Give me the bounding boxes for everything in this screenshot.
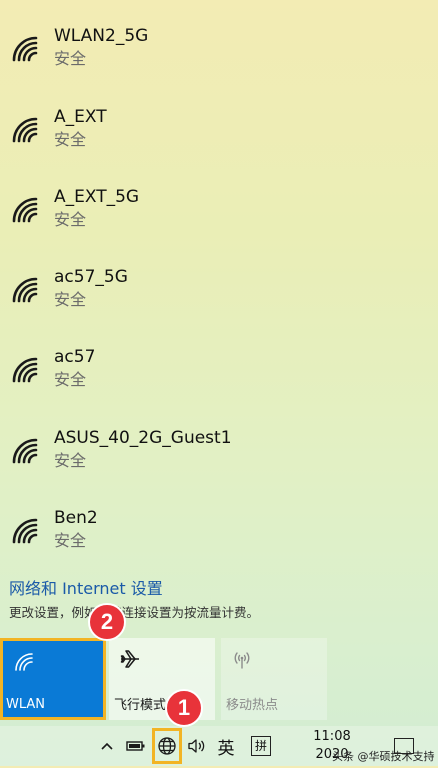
wifi-network-status: 安全 <box>54 130 87 149</box>
callout-marker-2: 2 <box>88 603 126 641</box>
wifi-signal-icon <box>10 195 40 225</box>
wifi-signal-icon <box>10 516 40 546</box>
ime-mode-label: 拼 <box>251 736 271 756</box>
wifi-signal-icon <box>10 115 40 145</box>
battery-icon[interactable] <box>124 726 148 766</box>
wifi-signal-icon <box>10 34 40 64</box>
wifi-network-status: 安全 <box>54 531 87 550</box>
airplane-icon <box>119 648 141 670</box>
wifi-network-status: 安全 <box>54 451 87 470</box>
ime-language-indicator[interactable]: 英 <box>214 726 238 766</box>
wifi-network-item[interactable]: A_EXT 安全 <box>0 105 438 175</box>
volume-icon[interactable] <box>186 726 208 766</box>
wifi-network-item[interactable]: ac57 安全 <box>0 345 438 415</box>
hotspot-tile-label: 移动热点 <box>226 698 279 713</box>
network-settings-description: 更改设置，例如将某连接设置为按流量计费。 <box>9 605 260 620</box>
wifi-network-status: 安全 <box>54 49 87 68</box>
wifi-signal-icon <box>10 355 40 385</box>
watermark: 头条 @华硕技术支持 <box>332 750 435 763</box>
network-globe-icon[interactable] <box>152 728 182 764</box>
wifi-network-status: 安全 <box>54 370 87 389</box>
wifi-network-name: A_EXT_5G <box>54 187 140 207</box>
callout-marker-1: 1 <box>165 689 203 727</box>
network-settings-link[interactable]: 网络和 Internet 设置 <box>9 578 163 600</box>
wifi-network-status: 安全 <box>54 210 87 229</box>
wifi-signal-icon <box>10 436 40 466</box>
mobile-hotspot-tile[interactable]: 移动热点 <box>221 638 327 720</box>
wlan-tile-label: WLAN <box>6 697 46 712</box>
wifi-network-name: A_EXT <box>54 107 107 127</box>
wifi-network-name: ac57 <box>54 347 96 367</box>
hotspot-icon <box>231 648 253 670</box>
wifi-network-item[interactable]: Ben2 安全 <box>0 506 438 576</box>
wifi-network-name: ASUS_40_2G_Guest1 <box>54 428 232 448</box>
wifi-signal-icon <box>10 275 40 305</box>
wifi-network-status: 安全 <box>54 290 87 309</box>
wifi-network-item[interactable]: ac57_5G 安全 <box>0 265 438 335</box>
airplane-tile-label: 飞行模式 <box>114 698 167 713</box>
wifi-network-list: WLAN2_5G 安全 A_EXT 安全 A_EXT_5G 安全 ac57_5G… <box>0 0 438 565</box>
wifi-network-item[interactable]: ASUS_40_2G_Guest1 安全 <box>0 426 438 496</box>
wifi-network-name: Ben2 <box>54 508 98 528</box>
wifi-network-name: WLAN2_5G <box>54 26 149 46</box>
wifi-network-name: ac57_5G <box>54 267 128 287</box>
wlan-toggle-tile[interactable]: WLAN <box>0 638 106 720</box>
ime-mode-indicator[interactable]: 拼 <box>248 726 274 766</box>
clock-time: 11:08 <box>313 729 351 744</box>
wifi-network-item[interactable]: A_EXT_5G 安全 <box>0 185 438 255</box>
wifi-network-item[interactable]: WLAN2_5G 安全 <box>0 24 438 94</box>
show-hidden-icons-chevron-icon[interactable] <box>96 726 118 766</box>
wifi-icon <box>13 651 35 673</box>
